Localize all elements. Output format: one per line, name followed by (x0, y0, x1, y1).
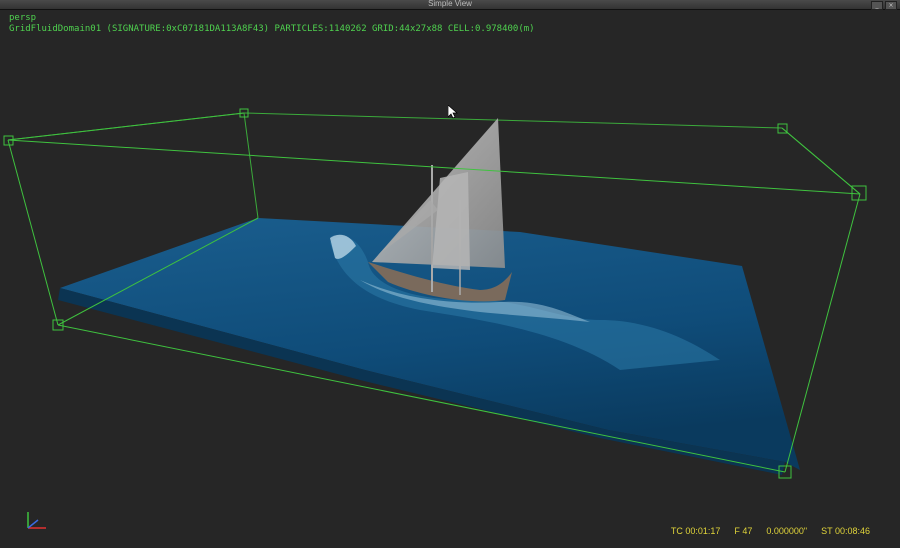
minimize-icon[interactable]: _ (871, 1, 883, 10)
frame-number: F 47 (734, 526, 753, 536)
axis-gizmo-icon (27, 512, 46, 529)
scene-render (3, 108, 867, 529)
timeline-readout: TC 00:01:17 F 47 0.000000" ST 00:08:46 (671, 526, 870, 536)
close-icon[interactable]: × (885, 1, 897, 10)
window-title: Simple View (428, 0, 472, 8)
window-controls: _ × (871, 1, 897, 10)
camera-label: persp (9, 13, 37, 23)
mouse-cursor-icon (448, 105, 458, 119)
time-value: 0.000000" (766, 526, 808, 536)
sim-time: ST 00:08:46 (821, 526, 870, 536)
3d-viewport[interactable]: persp GridFluidDomain01 (SIGNATURE:0xC07… (0, 10, 900, 548)
simple-view-window: Simple View _ × persp GridFluidDomain01 … (0, 0, 900, 548)
timecode: TC 00:01:17 (670, 526, 721, 536)
title-bar[interactable]: Simple View _ × (0, 0, 900, 10)
fluid-domain-info: GridFluidDomain01 (SIGNATURE:0xC07181DA1… (9, 24, 535, 34)
